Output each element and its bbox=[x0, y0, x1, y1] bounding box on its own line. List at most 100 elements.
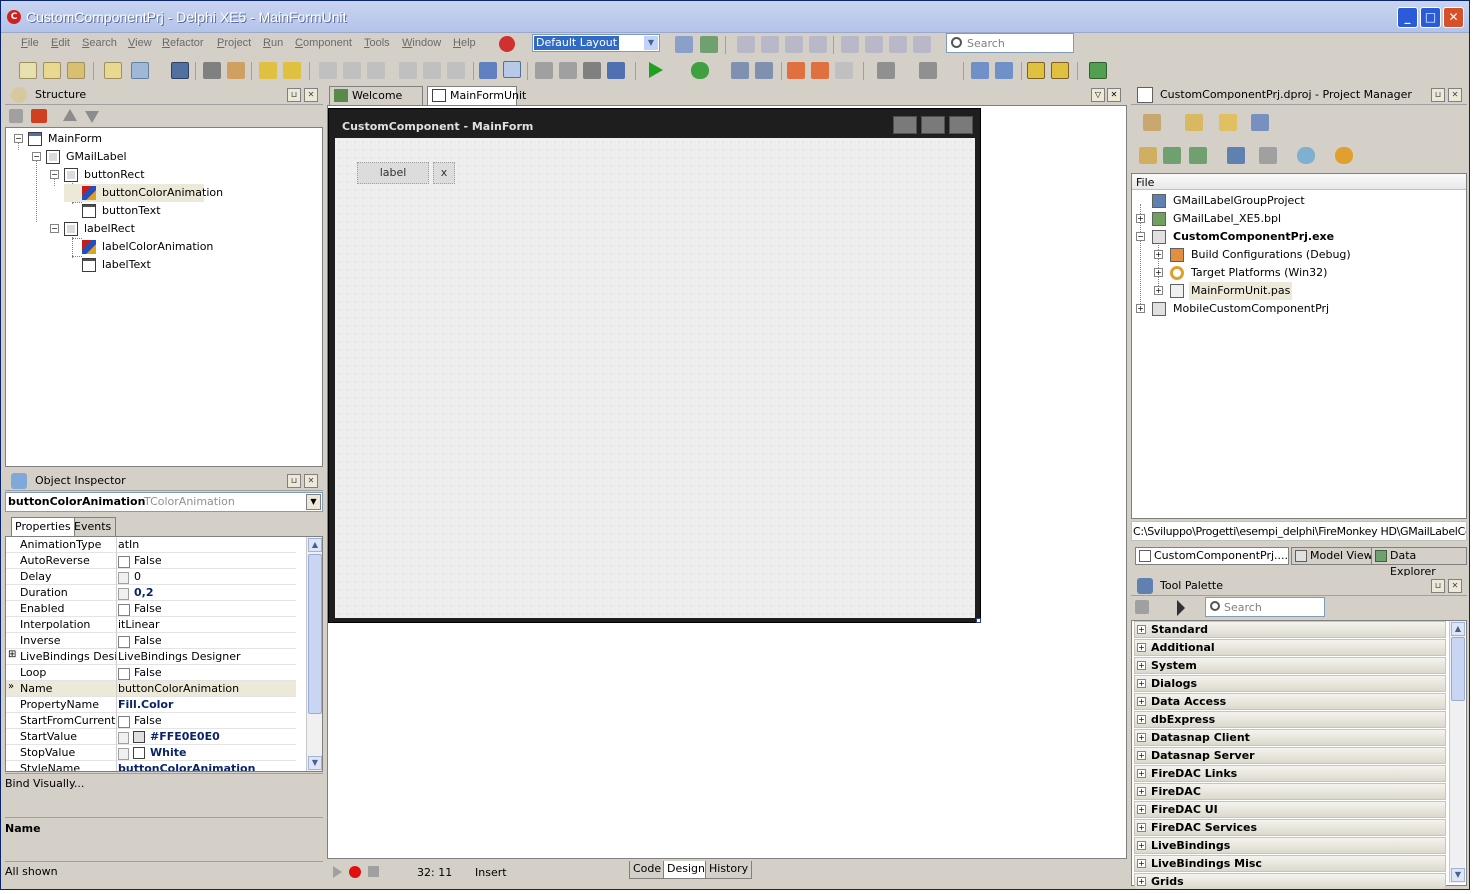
title-bar[interactable]: C CustomComponentPrj - Delphi XE5 - Main… bbox=[1, 1, 1469, 33]
property-row-propertyname[interactable]: PropertyName Fill.Color bbox=[6, 697, 296, 713]
palette-category[interactable]: + LiveBindings Misc bbox=[1134, 855, 1446, 872]
property-row-startfromcurrent[interactable]: StartFromCurrent False bbox=[6, 713, 296, 729]
gmaillabel-close-button[interactable]: x bbox=[433, 162, 455, 184]
collapse-icon[interactable]: − bbox=[50, 224, 59, 233]
close-icon[interactable]: ✕ bbox=[304, 474, 318, 488]
tab-data-explorer[interactable]: Data Explorer bbox=[1371, 547, 1467, 578]
move-down-icon[interactable] bbox=[85, 111, 99, 123]
add-to-project-icon[interactable] bbox=[259, 62, 277, 79]
collapse-icon[interactable]: − bbox=[1136, 232, 1145, 241]
palette-category[interactable]: + Additional bbox=[1134, 639, 1446, 656]
bring-to-front-icon[interactable] bbox=[535, 62, 553, 79]
tab-events[interactable]: Events bbox=[69, 517, 117, 536]
expand-icon[interactable]: + bbox=[1137, 769, 1146, 778]
pointer-icon[interactable] bbox=[1177, 600, 1185, 616]
close-icon[interactable]: ✕ bbox=[304, 88, 318, 102]
property-value[interactable]: itLinear bbox=[118, 618, 160, 631]
scroll-thumb[interactable] bbox=[308, 554, 322, 714]
property-row-interpolation[interactable]: Interpolation itLinear bbox=[6, 617, 296, 633]
view-form-icon[interactable] bbox=[227, 62, 245, 79]
palette-category[interactable]: + FireDAC Links bbox=[1134, 765, 1446, 782]
align-left-edges-icon[interactable] bbox=[319, 62, 337, 79]
new-items-icon[interactable] bbox=[19, 62, 37, 79]
menu-help[interactable]: Help bbox=[453, 37, 476, 49]
move-up-icon[interactable] bbox=[63, 109, 77, 121]
tab-mainformunit[interactable]: MainFormUnit bbox=[427, 86, 526, 105]
checkbox[interactable] bbox=[118, 636, 130, 648]
property-value[interactable]: atIn bbox=[118, 538, 139, 551]
palette-category[interactable]: + FireDAC UI bbox=[1134, 801, 1446, 818]
save-all-icon[interactable] bbox=[171, 62, 189, 79]
palette-category[interactable]: + Datasnap Server bbox=[1134, 747, 1446, 764]
chevron-down-icon[interactable]: ▽ bbox=[1091, 88, 1105, 102]
data-module-icon[interactable] bbox=[1027, 62, 1045, 79]
ide-search-input[interactable]: Search bbox=[946, 33, 1074, 53]
run-icon[interactable] bbox=[649, 62, 663, 78]
step-over-icon[interactable] bbox=[811, 62, 829, 79]
expand-icon[interactable]: + bbox=[1154, 286, 1163, 295]
form-client-area[interactable]: label x bbox=[335, 138, 975, 618]
tab-history[interactable]: History bbox=[705, 861, 753, 879]
expand-icon[interactable]: + bbox=[1136, 304, 1145, 313]
collapse-icon[interactable]: − bbox=[50, 170, 59, 179]
property-row-inverse[interactable]: Inverse False bbox=[6, 633, 296, 649]
property-value[interactable]: #FFE0E0E0 bbox=[118, 730, 220, 744]
expand-icon[interactable]: + bbox=[1137, 877, 1146, 886]
pin-icon[interactable]: ⊔ bbox=[1431, 579, 1445, 593]
gmaillabel-label[interactable]: label bbox=[357, 162, 429, 184]
property-row-stopvalue[interactable]: StopValue White bbox=[6, 745, 296, 761]
palette-category[interactable]: + dbExpress bbox=[1134, 711, 1446, 728]
color-swatch[interactable] bbox=[133, 747, 145, 759]
expand-icon[interactable]: + bbox=[1137, 805, 1146, 814]
scroll-up-icon[interactable]: ▲ bbox=[1451, 622, 1465, 636]
checkbox[interactable] bbox=[118, 668, 130, 680]
property-scrollbar[interactable]: ▲ ▼ bbox=[306, 537, 322, 771]
property-value[interactable]: 0,2 bbox=[118, 586, 154, 600]
property-row-enabled[interactable]: Enabled False bbox=[6, 601, 296, 617]
remove-icon[interactable] bbox=[1251, 114, 1269, 131]
property-grid[interactable]: AnimationType atIn AutoReverse False Delay 0 D… bbox=[5, 536, 323, 772]
expand-icon[interactable]: + bbox=[1137, 679, 1146, 688]
new-form-icon[interactable] bbox=[104, 62, 122, 79]
property-value[interactable]: False bbox=[118, 714, 162, 728]
help-icon[interactable] bbox=[499, 36, 515, 52]
expand-icon[interactable] bbox=[1163, 147, 1181, 164]
help-book-icon[interactable] bbox=[1089, 62, 1107, 79]
stepper-icon[interactable] bbox=[118, 748, 129, 760]
property-value[interactable]: False bbox=[118, 634, 162, 648]
expand-icon[interactable]: + bbox=[1137, 751, 1146, 760]
close-icon[interactable]: ✕ bbox=[1448, 88, 1462, 102]
menu-project[interactable]: Project bbox=[217, 37, 251, 49]
property-row-loop[interactable]: Loop False bbox=[6, 665, 296, 681]
delete-icon[interactable] bbox=[31, 109, 47, 123]
align-vertical-centers-icon[interactable] bbox=[447, 62, 465, 79]
pin-icon[interactable]: ⊔ bbox=[287, 474, 301, 488]
tab-code[interactable]: Code bbox=[629, 861, 666, 879]
tab-project-manager[interactable]: CustomComponentPrj.... bbox=[1135, 547, 1289, 565]
align-bottom-icon[interactable] bbox=[889, 36, 907, 53]
align-top-icon[interactable] bbox=[841, 36, 859, 53]
new-project-icon[interactable] bbox=[1185, 114, 1203, 131]
close-icon[interactable]: ✕ bbox=[1107, 88, 1121, 102]
activate-icon[interactable] bbox=[1143, 114, 1161, 131]
build-icon[interactable] bbox=[1259, 147, 1277, 164]
property-value[interactable]: Fill.Color bbox=[118, 698, 173, 711]
close-icon[interactable]: ✕ bbox=[1448, 579, 1462, 593]
palette-category[interactable]: + Grids bbox=[1134, 873, 1446, 889]
scroll-down-icon[interactable]: ▼ bbox=[1451, 868, 1465, 882]
property-value[interactable]: buttonColorAnimation bbox=[118, 682, 239, 695]
align-horizontal-centers-icon[interactable] bbox=[367, 62, 385, 79]
property-value[interactable]: False bbox=[118, 666, 162, 680]
align-right-edges-icon[interactable] bbox=[343, 62, 361, 79]
collapse-icon[interactable] bbox=[1189, 147, 1207, 164]
close-button[interactable]: ✕ bbox=[1443, 7, 1464, 28]
property-value[interactable]: LiveBindings Designer bbox=[118, 650, 241, 663]
expand-icon[interactable]: + bbox=[1137, 733, 1146, 742]
forward-icon[interactable] bbox=[919, 62, 937, 79]
align-bottoms-icon[interactable] bbox=[423, 62, 441, 79]
property-value[interactable]: buttonColorAnimation bbox=[118, 762, 255, 771]
compile-icon[interactable] bbox=[1297, 147, 1315, 164]
pause-icon[interactable] bbox=[731, 62, 749, 79]
trace-into-icon[interactable] bbox=[787, 62, 805, 79]
menu-edit[interactable]: Edit bbox=[51, 37, 70, 49]
